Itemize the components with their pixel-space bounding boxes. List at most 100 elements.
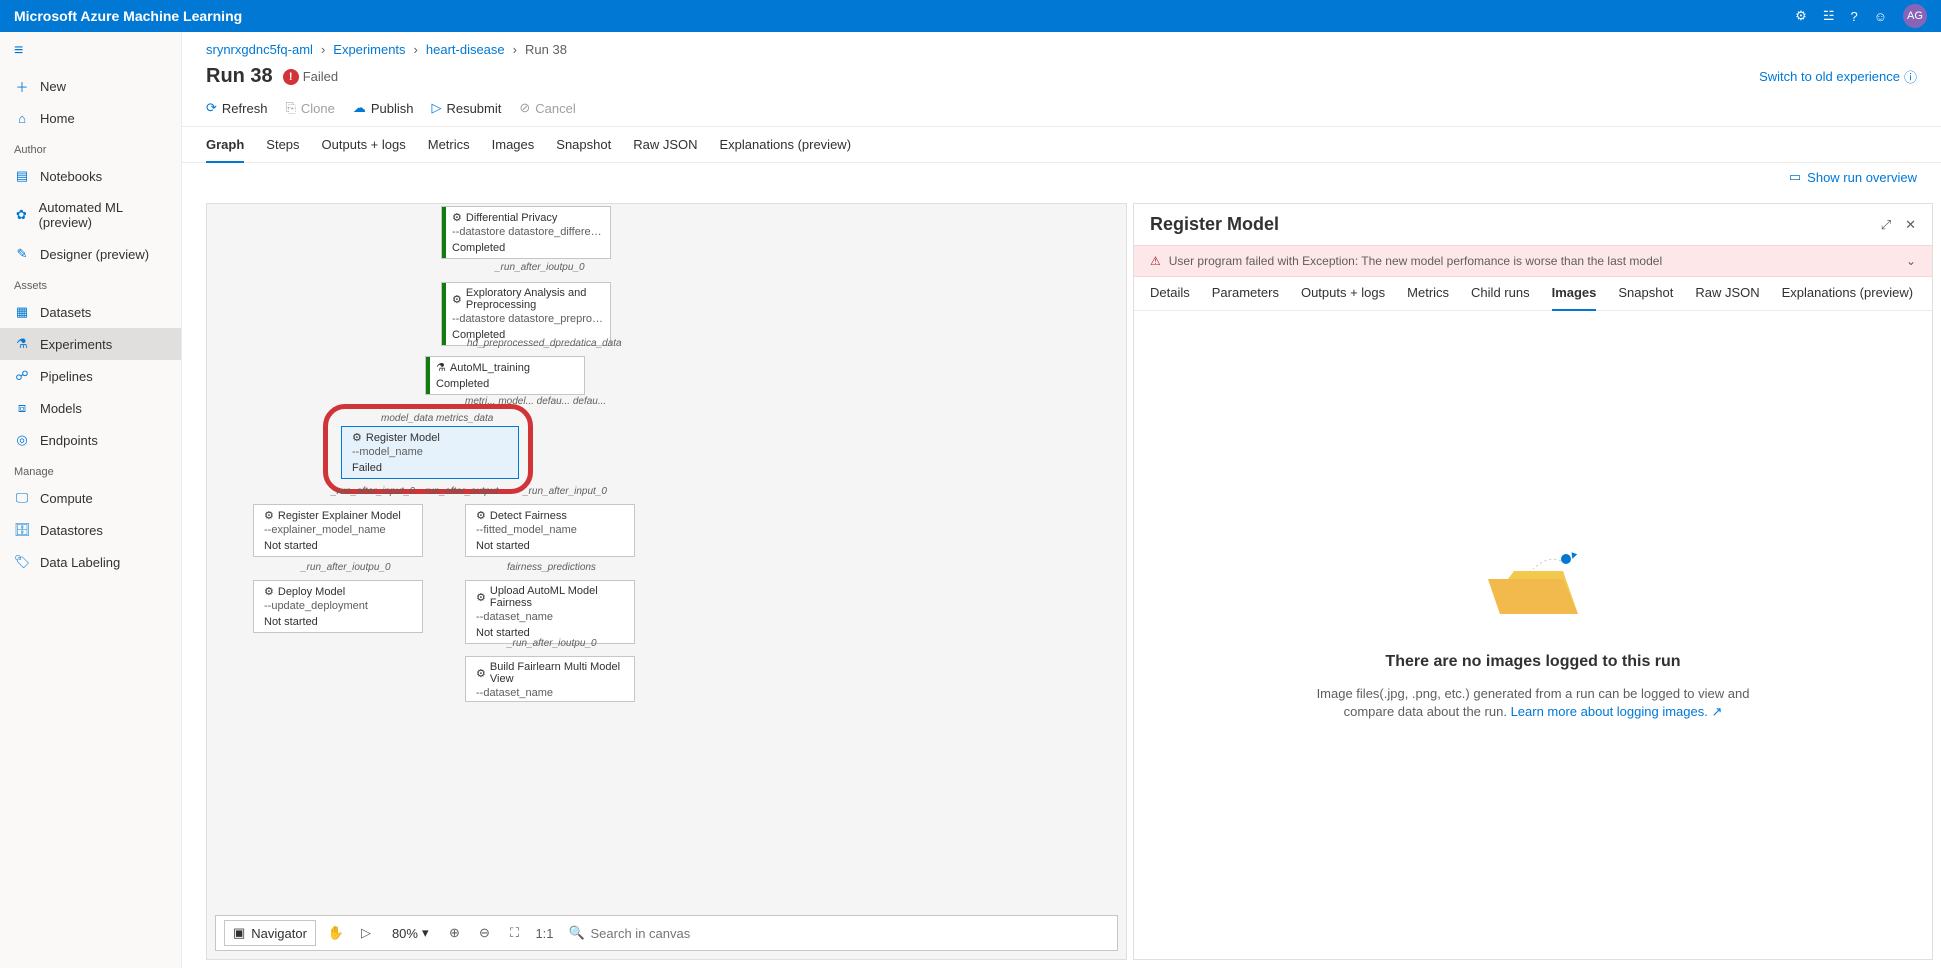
section-manage: Manage [0, 456, 181, 482]
node-eda[interactable]: ⚙Exploratory Analysis and Preprocessing … [441, 282, 611, 346]
refresh-button[interactable]: ⟳Refresh [206, 100, 267, 116]
tab-snapshot[interactable]: Snapshot [556, 137, 611, 162]
publish-button[interactable]: ☁Publish [353, 100, 414, 116]
menu-toggle-icon[interactable]: ≡ [0, 32, 181, 70]
user-avatar[interactable]: AG [1903, 4, 1927, 28]
sidebar-item-automl[interactable]: ✿Automated ML (preview) [0, 192, 181, 238]
page-title: Run 38 [206, 65, 273, 88]
port-label: _run_after_ioutpu_0 [301, 562, 391, 573]
play-icon: ▷ [431, 100, 441, 116]
dtab-explanations[interactable]: Explanations (preview) [1782, 285, 1914, 310]
pipeline-canvas[interactable]: ⚙Differential Privacy --datastore datast… [206, 203, 1127, 960]
clone-button[interactable]: ⎘Clone [285, 100, 334, 116]
section-assets: Assets [0, 270, 181, 296]
port-label: model_data metrics_data [381, 413, 493, 424]
sidebar-item-datalabeling[interactable]: 🏷Data Labeling [0, 546, 181, 578]
node-upload-fairness[interactable]: ⚙Upload AutoML Model Fairness --dataset_… [465, 580, 635, 644]
brand: Microsoft Azure Machine Learning [14, 8, 242, 24]
show-overview[interactable]: ▭Show run overview [1789, 169, 1917, 185]
labeling-icon: 🏷 [14, 554, 30, 570]
node-differential-privacy[interactable]: ⚙Differential Privacy --datastore datast… [441, 206, 611, 259]
settings-icon[interactable]: ⚙ [1795, 8, 1807, 24]
failed-dot-icon: ! [283, 69, 299, 85]
dtab-parameters[interactable]: Parameters [1212, 285, 1279, 310]
sidebar-item-compute[interactable]: 🖵Compute [0, 482, 181, 514]
dtab-metrics[interactable]: Metrics [1407, 285, 1449, 310]
resubmit-button[interactable]: ▷Resubmit [431, 100, 501, 116]
canvas-search-input[interactable] [565, 920, 1110, 947]
node-register-explainer[interactable]: ⚙Register Explainer Model --explainer_mo… [253, 504, 423, 557]
port-label: _run_after_ioutpu_0 [507, 638, 597, 649]
dtab-outputs[interactable]: Outputs + logs [1301, 285, 1385, 310]
tab-explanations[interactable]: Explanations (preview) [720, 137, 852, 162]
breadcrumb-workspace[interactable]: srynrxgdnc5fq-aml [206, 42, 313, 57]
port-label: hd_preprocessed_dpredatica_data [467, 338, 622, 349]
dtab-childruns[interactable]: Child runs [1471, 285, 1530, 310]
navigator-button[interactable]: ▣Navigator [224, 920, 316, 946]
actual-size-icon[interactable]: 1:1 [535, 923, 555, 943]
zoom-out-icon[interactable]: ⊖ [475, 923, 495, 943]
designer-icon: ✎ [14, 246, 30, 262]
node-build-fairlearn[interactable]: ⚙Build Fairlearn Multi Model View --data… [465, 656, 635, 702]
plus-icon: ＋ [14, 78, 30, 94]
select-tool[interactable]: ▷ [356, 923, 376, 943]
sidebar-item-designer[interactable]: ✎Designer (preview) [0, 238, 181, 270]
zoom-in-icon[interactable]: ⊕ [445, 923, 465, 943]
gear-icon: ⚙ [476, 509, 486, 522]
overview-icon: ▭ [1789, 169, 1801, 185]
chevron-down-icon[interactable]: ⌄ [1906, 254, 1916, 268]
sidebar-item-datastores[interactable]: 🗄Datastores [0, 514, 181, 546]
sidebar-item-notebooks[interactable]: ▤Notebooks [0, 160, 181, 192]
smiley-icon[interactable]: ☺ [1874, 9, 1887, 24]
tab-metrics[interactable]: Metrics [428, 137, 470, 162]
sidebar-item-home[interactable]: ⌂Home [0, 102, 181, 134]
empty-folder-icon [1478, 549, 1588, 639]
port-label: _run_after_input_0 [331, 486, 415, 497]
gear-icon: ⚙ [264, 509, 274, 522]
sidebar-item-experiments[interactable]: ⚗Experiments [0, 328, 181, 360]
experiments-icon: ⚗ [14, 336, 30, 352]
home-icon: ⌂ [14, 110, 30, 126]
pan-tool[interactable]: ✋ [326, 923, 346, 943]
port-label: run_after_output [425, 486, 498, 497]
help-icon[interactable]: ? [1850, 9, 1857, 24]
feedback-icon[interactable]: ☳ [1823, 8, 1835, 24]
tab-steps[interactable]: Steps [266, 137, 299, 162]
cancel-button[interactable]: ⊘Cancel [519, 100, 575, 116]
dtab-details[interactable]: Details [1150, 285, 1190, 310]
sidebar-item-models[interactable]: ⧈Models [0, 392, 181, 424]
node-register-model[interactable]: ⚙Register Model --model_name Failed [341, 426, 519, 479]
breadcrumb-experiments[interactable]: Experiments [333, 42, 405, 57]
warn-icon: ⚠ [1150, 254, 1161, 268]
sidebar-item-new[interactable]: ＋New [0, 70, 181, 102]
node-deploy-model[interactable]: ⚙Deploy Model --update_deployment Not st… [253, 580, 423, 633]
node-detect-fairness[interactable]: ⚙Detect Fairness --fitted_model_name Not… [465, 504, 635, 557]
gear-icon: ⚙ [452, 293, 462, 306]
sidebar-item-pipelines[interactable]: ☍Pipelines [0, 360, 181, 392]
node-automl-training[interactable]: ⚗AutoML_training Completed [425, 356, 585, 395]
gear-icon: ⚙ [476, 667, 486, 680]
notebook-icon: ▤ [14, 168, 30, 184]
tab-images[interactable]: Images [492, 137, 535, 162]
switch-old-experience[interactable]: Switch to old experienceⓘ [1759, 67, 1917, 86]
dtab-rawjson[interactable]: Raw JSON [1695, 285, 1759, 310]
endpoints-icon: ◎ [14, 432, 30, 448]
expand-icon[interactable]: ⤢ [1881, 217, 1891, 233]
learn-more-link[interactable]: Learn more about logging images. ↗ [1511, 704, 1723, 719]
tab-rawjson[interactable]: Raw JSON [633, 137, 697, 162]
gear-icon: ⚙ [264, 585, 274, 598]
zoom-display[interactable]: 80%▾ [386, 925, 435, 941]
close-icon[interactable]: ✕ [1905, 217, 1916, 233]
error-banner: ⚠User program failed with Exception: The… [1134, 245, 1932, 277]
sidebar-item-datasets[interactable]: ▦Datasets [0, 296, 181, 328]
tab-outputs[interactable]: Outputs + logs [322, 137, 406, 162]
publish-icon: ☁ [353, 100, 366, 116]
sidebar-item-endpoints[interactable]: ◎Endpoints [0, 424, 181, 456]
datasets-icon: ▦ [14, 304, 30, 320]
dtab-images[interactable]: Images [1552, 285, 1597, 310]
navigator-icon: ▣ [233, 925, 245, 941]
breadcrumb-experiment-name[interactable]: heart-disease [426, 42, 505, 57]
tab-graph[interactable]: Graph [206, 137, 244, 162]
fit-to-screen-icon[interactable]: ⛶ [505, 923, 525, 943]
dtab-snapshot[interactable]: Snapshot [1618, 285, 1673, 310]
